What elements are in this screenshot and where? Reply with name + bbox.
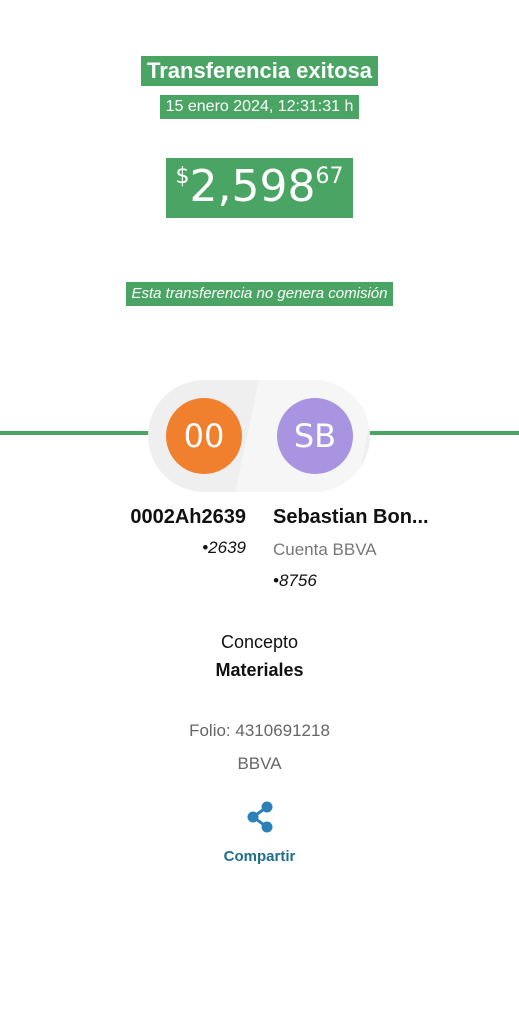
to-account-bank: Cuenta BBVA xyxy=(273,540,377,559)
commission-note: Esta transferencia no genera comisión xyxy=(0,282,519,306)
concept-label: Concepto xyxy=(220,632,299,652)
transfer-amount: $2,59867 xyxy=(0,158,519,218)
amount-cents: 67 xyxy=(315,164,344,189)
share-label[interactable]: Compartir xyxy=(0,845,519,869)
share-icon[interactable] xyxy=(244,800,276,834)
to-account-number: •8756 xyxy=(273,571,317,590)
transfer-title-text: Transferencia exitosa xyxy=(140,56,378,86)
from-account-number: •2639 xyxy=(202,538,246,557)
commission-note-text: Esta transferencia no genera comisión xyxy=(125,282,394,306)
transfer-datetime: 15 enero 2024, 12:31:31 h xyxy=(0,95,519,119)
transfer-amount-box: $2,59867 xyxy=(165,158,354,218)
concept-value: Materiales xyxy=(215,660,304,680)
bank-name: BBVA xyxy=(237,754,282,773)
to-account-name: Sebastian Bon... xyxy=(273,506,429,528)
from-account-name: 0002Ah2639 xyxy=(130,506,246,528)
transfer-title: Transferencia exitosa xyxy=(0,56,519,86)
currency-symbol: $ xyxy=(175,164,190,189)
amount-integer: 2,598 xyxy=(189,161,316,212)
transfer-datetime-text: 15 enero 2024, 12:31:31 h xyxy=(159,95,360,119)
to-avatar: SB xyxy=(277,398,353,474)
folio-number: Folio: 4310691218 xyxy=(189,721,330,740)
from-avatar: 00 xyxy=(166,398,242,474)
